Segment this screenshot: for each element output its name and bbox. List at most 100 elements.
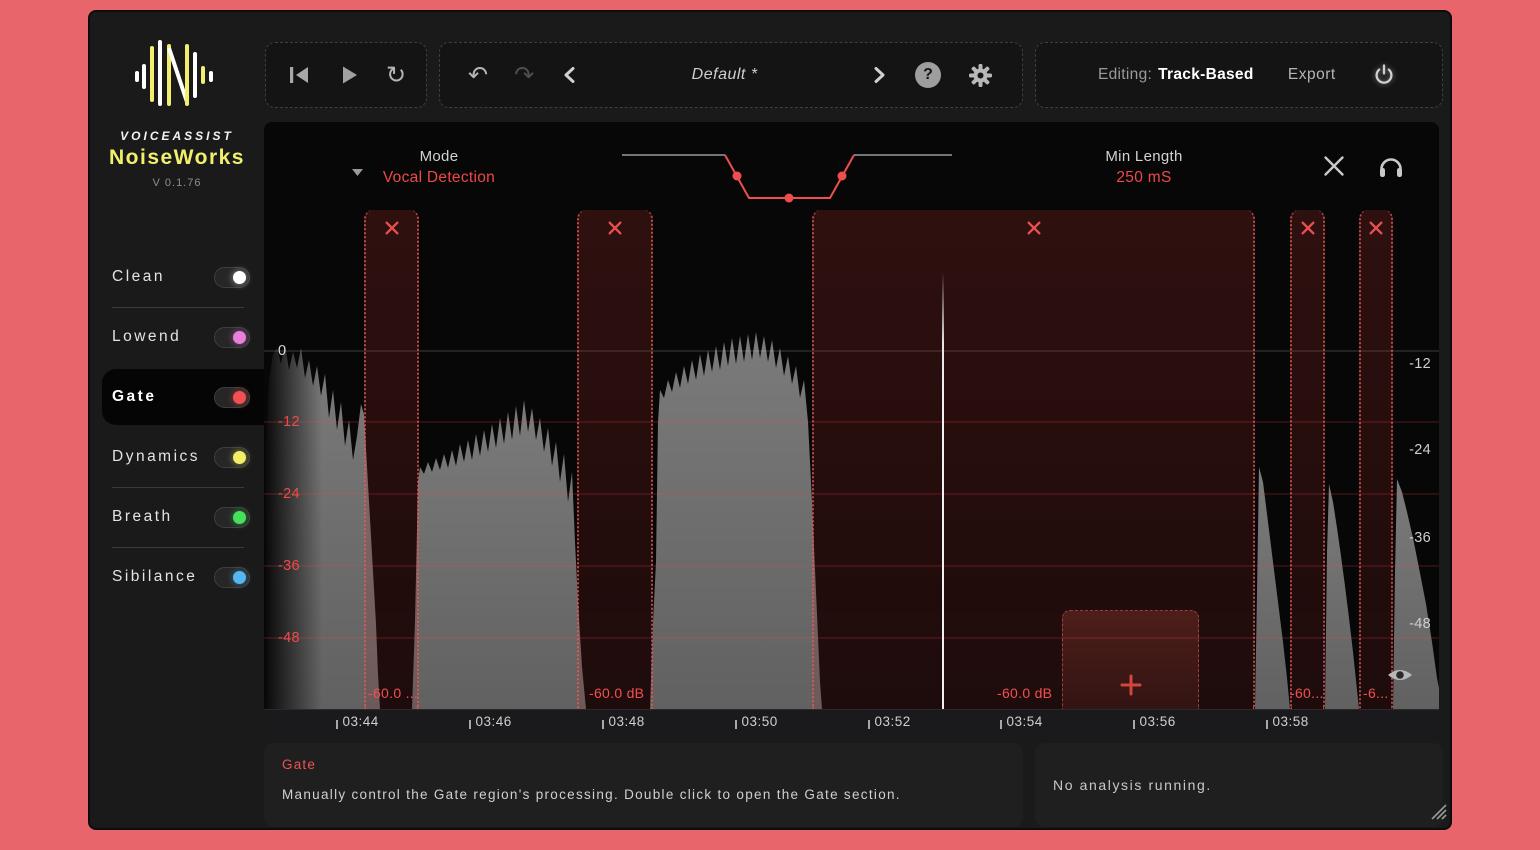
mode-value[interactable]: Vocal Detection bbox=[324, 169, 554, 187]
timeline[interactable]: 03:4403:4603:4803:5003:5203:5403:5603:58 bbox=[264, 709, 1439, 733]
sidebar-item-gate[interactable]: Gate bbox=[90, 367, 264, 427]
timeline-tick: 03:48 bbox=[602, 716, 645, 730]
monitor-button[interactable] bbox=[1376, 150, 1406, 180]
loop-button[interactable]: ↻ bbox=[386, 63, 406, 87]
mode-control[interactable]: Mode Vocal Detection bbox=[324, 148, 554, 187]
analysis-status-text: No analysis running. bbox=[1053, 777, 1212, 793]
skip-start-icon bbox=[286, 62, 312, 88]
editing-mode[interactable]: Editing:Track-Based bbox=[1098, 66, 1254, 84]
chevron-left-icon bbox=[560, 66, 578, 84]
brand-block: VOICEASSIST NoiseWorks V 0.1.76 bbox=[90, 38, 264, 189]
close-icon bbox=[1300, 220, 1316, 236]
prev-preset-button[interactable] bbox=[560, 66, 578, 84]
region-delete-button[interactable] bbox=[382, 218, 402, 238]
preset-name[interactable]: Default * bbox=[604, 66, 845, 84]
sidebar-item-label: Breath bbox=[112, 508, 214, 526]
tick-mark bbox=[868, 720, 870, 729]
tooltip-panel: Gate Manually control the Gate region's … bbox=[264, 743, 1023, 827]
settings-button[interactable] bbox=[967, 62, 994, 89]
close-icon bbox=[384, 220, 400, 236]
close-icon bbox=[607, 220, 623, 236]
min-length-value[interactable]: 250 mS bbox=[1054, 169, 1234, 187]
sidebar-item-lowend[interactable]: Lowend bbox=[90, 307, 264, 367]
brand-name-text: NoiseWorks bbox=[90, 146, 264, 170]
left-axis-label: -24 bbox=[278, 486, 300, 502]
tick-label: 03:58 bbox=[1273, 715, 1309, 729]
left-axis-label: -12 bbox=[278, 414, 300, 430]
region-delete-button[interactable] bbox=[1298, 218, 1318, 238]
help-icon: ? bbox=[915, 62, 941, 88]
export-button[interactable]: Export bbox=[1288, 66, 1336, 84]
tick-mark bbox=[1266, 720, 1268, 729]
tick-label: 03:44 bbox=[343, 715, 379, 729]
visibility-toggle[interactable] bbox=[1385, 664, 1415, 691]
sidebar-item-breath[interactable]: Breath bbox=[90, 487, 264, 547]
sidebar-item-label: Dynamics bbox=[112, 448, 214, 466]
toggle-knob bbox=[233, 571, 246, 584]
min-length-control[interactable]: Min Length 250 mS bbox=[1054, 148, 1234, 187]
gate-region[interactable]: -60.0 ... bbox=[364, 210, 419, 709]
region-threshold-label: -60.0 dB bbox=[589, 685, 644, 701]
eye-icon bbox=[1385, 664, 1415, 686]
region-threshold-label: -60.0 dB bbox=[997, 685, 1052, 701]
lowend-toggle[interactable] bbox=[214, 327, 250, 348]
sidebar-item-clean[interactable]: Clean bbox=[90, 247, 264, 307]
sidebar-item-label: Gate bbox=[112, 388, 214, 406]
sidebar-item-dynamics[interactable]: Dynamics bbox=[90, 427, 264, 487]
region-delete-button[interactable] bbox=[1366, 218, 1386, 238]
timeline-tick: 03:44 bbox=[336, 716, 379, 730]
next-preset-button[interactable] bbox=[871, 66, 889, 84]
timeline-tick: 03:58 bbox=[1266, 716, 1309, 730]
resize-grip[interactable] bbox=[1427, 800, 1447, 825]
tick-mark bbox=[469, 720, 471, 729]
gate-envelope-curve[interactable] bbox=[622, 155, 952, 203]
tooltip-description: Manually control the Gate region's proce… bbox=[282, 787, 1005, 802]
brand-top-text: VOICEASSIST bbox=[90, 129, 264, 143]
close-icon bbox=[1320, 152, 1348, 180]
right-axis-label: -36 bbox=[1409, 530, 1431, 546]
play-button[interactable] bbox=[336, 62, 362, 88]
region-delete-button[interactable] bbox=[1024, 218, 1044, 238]
clean-toggle[interactable] bbox=[214, 267, 250, 288]
sidebar-item-sibilance[interactable]: Sibilance bbox=[90, 547, 264, 607]
tick-label: 03:54 bbox=[1007, 715, 1043, 729]
undo-button[interactable]: ↶ bbox=[468, 63, 488, 87]
play-icon bbox=[336, 62, 362, 88]
gate-subregion[interactable] bbox=[1062, 610, 1199, 709]
timeline-tick: 03:56 bbox=[1133, 716, 1176, 730]
app-window: VOICEASSIST NoiseWorks V 0.1.76 ↻ ↶ ↷ De… bbox=[88, 10, 1452, 830]
breath-toggle[interactable] bbox=[214, 507, 250, 528]
region-delete-button[interactable] bbox=[605, 218, 625, 238]
panel-close-button[interactable] bbox=[1320, 152, 1348, 180]
left-axis-label: 0 bbox=[278, 343, 286, 359]
tick-mark bbox=[602, 720, 604, 729]
dynamics-toggle[interactable] bbox=[214, 447, 250, 468]
skip-start-button[interactable] bbox=[286, 62, 312, 88]
gate-toggle[interactable] bbox=[214, 387, 250, 408]
plus-icon[interactable] bbox=[1119, 673, 1143, 697]
right-axis-label: -12 bbox=[1409, 356, 1431, 372]
region-threshold-label: -60.0 ... bbox=[368, 685, 418, 701]
tick-mark bbox=[336, 720, 338, 729]
logo-waveform-icon bbox=[129, 38, 225, 114]
right-axis-label: -48 bbox=[1409, 616, 1431, 632]
gate-region[interactable]: -6... bbox=[1359, 210, 1393, 709]
sibilance-toggle[interactable] bbox=[214, 567, 250, 588]
toggle-knob bbox=[233, 271, 246, 284]
toggle-knob bbox=[233, 511, 246, 524]
gate-region[interactable]: -60... bbox=[1290, 210, 1325, 709]
sidebar-item-label: Sibilance bbox=[112, 568, 214, 586]
sidebar-item-label: Clean bbox=[112, 268, 214, 286]
tick-mark bbox=[1000, 720, 1002, 729]
help-button[interactable]: ? bbox=[915, 62, 941, 88]
left-axis-label: -48 bbox=[278, 630, 300, 646]
tick-mark bbox=[1133, 720, 1135, 729]
left-axis-label: -36 bbox=[278, 558, 300, 574]
toggle-knob bbox=[233, 451, 246, 464]
transport-controls: ↻ bbox=[265, 42, 427, 108]
gate-region[interactable]: -60.0 dB bbox=[577, 210, 653, 709]
power-button[interactable] bbox=[1370, 61, 1398, 89]
close-icon bbox=[1026, 220, 1042, 236]
waveform-panel[interactable]: -60.0 ... -60.0 dB -60.0 dB -60... -6... Mod… bbox=[264, 122, 1439, 733]
redo-button[interactable]: ↷ bbox=[514, 63, 534, 87]
